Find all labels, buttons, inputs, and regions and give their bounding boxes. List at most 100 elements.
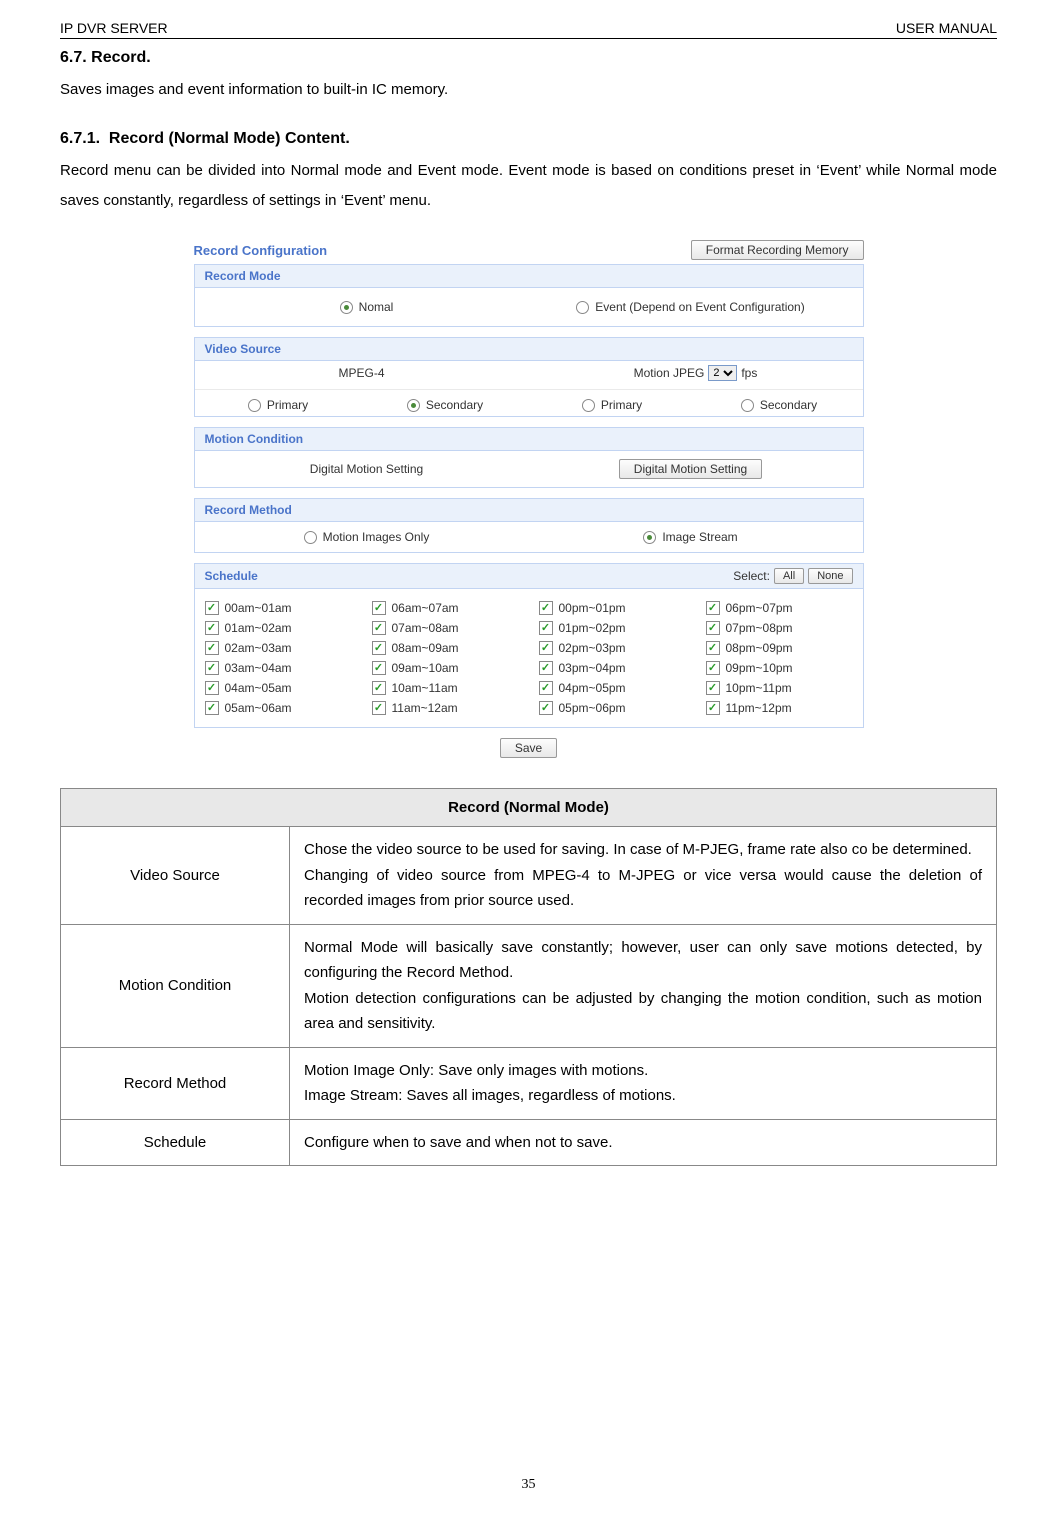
schedule-checkbox[interactable] [205, 641, 219, 655]
schedule-checkbox[interactable] [539, 621, 553, 635]
section-6-7-title: Record. [91, 49, 151, 66]
schedule-label: 08am~09am [392, 641, 459, 655]
digital-motion-setting-button[interactable]: Digital Motion Setting [619, 459, 762, 479]
schedule-all-button[interactable]: All [774, 568, 804, 584]
schedule-select-label: Select: [733, 569, 770, 583]
schedule-checkbox[interactable] [706, 641, 720, 655]
schedule-label: 04pm~05pm [559, 681, 626, 695]
schedule-label: 07am~08am [392, 621, 459, 635]
schedule-checkbox[interactable] [706, 621, 720, 635]
schedule-checkbox[interactable] [539, 641, 553, 655]
video-source-head: Video Source [195, 338, 863, 361]
schedule-label: 02am~03am [225, 641, 292, 655]
schedule-item: 09pm~10pm [706, 661, 853, 675]
section-6-7-1-num: 6.7.1. [60, 130, 100, 147]
schedule-item: 02pm~03pm [539, 641, 686, 655]
schedule-checkbox[interactable] [205, 681, 219, 695]
schedule-checkbox[interactable] [205, 621, 219, 635]
schedule-checkbox[interactable] [372, 661, 386, 675]
schedule-checkbox[interactable] [539, 601, 553, 615]
table-row-label: Motion Condition [61, 924, 290, 1047]
section-6-7-num: 6.7. [60, 49, 87, 66]
table-row-label: Schedule [61, 1119, 290, 1166]
mpeg4-label: MPEG-4 [338, 366, 384, 380]
schedule-checkbox[interactable] [372, 641, 386, 655]
schedule-checkbox[interactable] [372, 621, 386, 635]
schedule-head: Schedule [195, 565, 268, 587]
schedule-label: 07pm~08pm [726, 621, 793, 635]
table-row-desc: Normal Mode will basically save constant… [290, 924, 997, 1047]
record-mode-normal-radio[interactable] [340, 301, 353, 314]
schedule-checkbox[interactable] [372, 681, 386, 695]
schedule-item: 03am~04am [205, 661, 352, 675]
schedule-label: 06pm~07pm [726, 601, 793, 615]
schedule-checkbox[interactable] [539, 701, 553, 715]
section-6-7-1-title: Record (Normal Mode) Content. [109, 130, 350, 147]
fps-label: fps [741, 366, 757, 380]
schedule-label: 05pm~06pm [559, 701, 626, 715]
image-stream-radio[interactable] [643, 531, 656, 544]
schedule-checkbox[interactable] [205, 601, 219, 615]
schedule-label: 08pm~09pm [726, 641, 793, 655]
schedule-item: 00am~01am [205, 601, 352, 615]
schedule-label: 04am~05am [225, 681, 292, 695]
record-mode-section: Record Mode Nomal Event (Depend on Event… [194, 264, 864, 327]
record-mode-head: Record Mode [195, 265, 863, 288]
mjpeg-primary-label: Primary [601, 398, 642, 412]
schedule-label: 00pm~01pm [559, 601, 626, 615]
mjpeg-secondary-radio[interactable] [741, 399, 754, 412]
table-row-label: Video Source [61, 827, 290, 925]
schedule-item: 03pm~04pm [539, 661, 686, 675]
schedule-checkbox[interactable] [706, 701, 720, 715]
mpeg-primary-label: Primary [267, 398, 308, 412]
record-normal-mode-table: Record (Normal Mode) Video SourceChose t… [60, 788, 997, 1166]
schedule-checkbox[interactable] [205, 661, 219, 675]
schedule-item: 10am~11am [372, 681, 519, 695]
motion-condition-label: Digital Motion Setting [205, 462, 529, 476]
schedule-label: 01pm~02pm [559, 621, 626, 635]
table-row-desc: Chose the video source to be used for sa… [290, 827, 997, 925]
schedule-checkbox[interactable] [372, 701, 386, 715]
schedule-none-button[interactable]: None [808, 568, 852, 584]
schedule-item: 11am~12am [372, 701, 519, 715]
schedule-label: 11am~12am [392, 701, 458, 715]
schedule-label: 06am~07am [392, 601, 459, 615]
mpeg-secondary-radio[interactable] [407, 399, 420, 412]
record-mode-normal-label: Nomal [359, 300, 394, 314]
schedule-label: 05am~06am [225, 701, 292, 715]
record-mode-event-radio[interactable] [576, 301, 589, 314]
mjpeg-primary-radio[interactable] [582, 399, 595, 412]
schedule-checkbox[interactable] [539, 661, 553, 675]
schedule-checkbox[interactable] [539, 681, 553, 695]
motion-condition-section: Motion Condition Digital Motion Setting … [194, 427, 864, 488]
schedule-label: 01am~02am [225, 621, 292, 635]
table-row-label: Record Method [61, 1047, 290, 1119]
schedule-label: 09pm~10pm [726, 661, 793, 675]
schedule-label: 10pm~11pm [726, 681, 792, 695]
mpeg-secondary-label: Secondary [426, 398, 483, 412]
schedule-item: 08pm~09pm [706, 641, 853, 655]
schedule-checkbox[interactable] [372, 601, 386, 615]
schedule-item: 11pm~12pm [706, 701, 853, 715]
schedule-label: 03pm~04pm [559, 661, 626, 675]
video-source-section: Video Source MPEG-4 Motion JPEG 2 fps Pr… [194, 337, 864, 417]
mjpeg-secondary-label: Secondary [760, 398, 817, 412]
format-memory-button[interactable]: Format Recording Memory [691, 240, 864, 260]
schedule-label: 02pm~03pm [559, 641, 626, 655]
motion-only-radio[interactable] [304, 531, 317, 544]
mpeg-primary-radio[interactable] [248, 399, 261, 412]
schedule-checkbox[interactable] [205, 701, 219, 715]
page-number: 35 [0, 1477, 1057, 1493]
fps-select[interactable]: 2 [708, 365, 737, 381]
section-6-7-text: Saves images and event information to bu… [60, 75, 997, 105]
record-config-title: Record Configuration [194, 243, 328, 258]
save-button[interactable]: Save [500, 738, 557, 758]
schedule-item: 04pm~05pm [539, 681, 686, 695]
schedule-item: 07pm~08pm [706, 621, 853, 635]
schedule-item: 02am~03am [205, 641, 352, 655]
schedule-checkbox[interactable] [706, 661, 720, 675]
motion-condition-head: Motion Condition [195, 428, 863, 451]
schedule-checkbox[interactable] [706, 681, 720, 695]
schedule-checkbox[interactable] [706, 601, 720, 615]
record-method-head: Record Method [195, 499, 863, 522]
